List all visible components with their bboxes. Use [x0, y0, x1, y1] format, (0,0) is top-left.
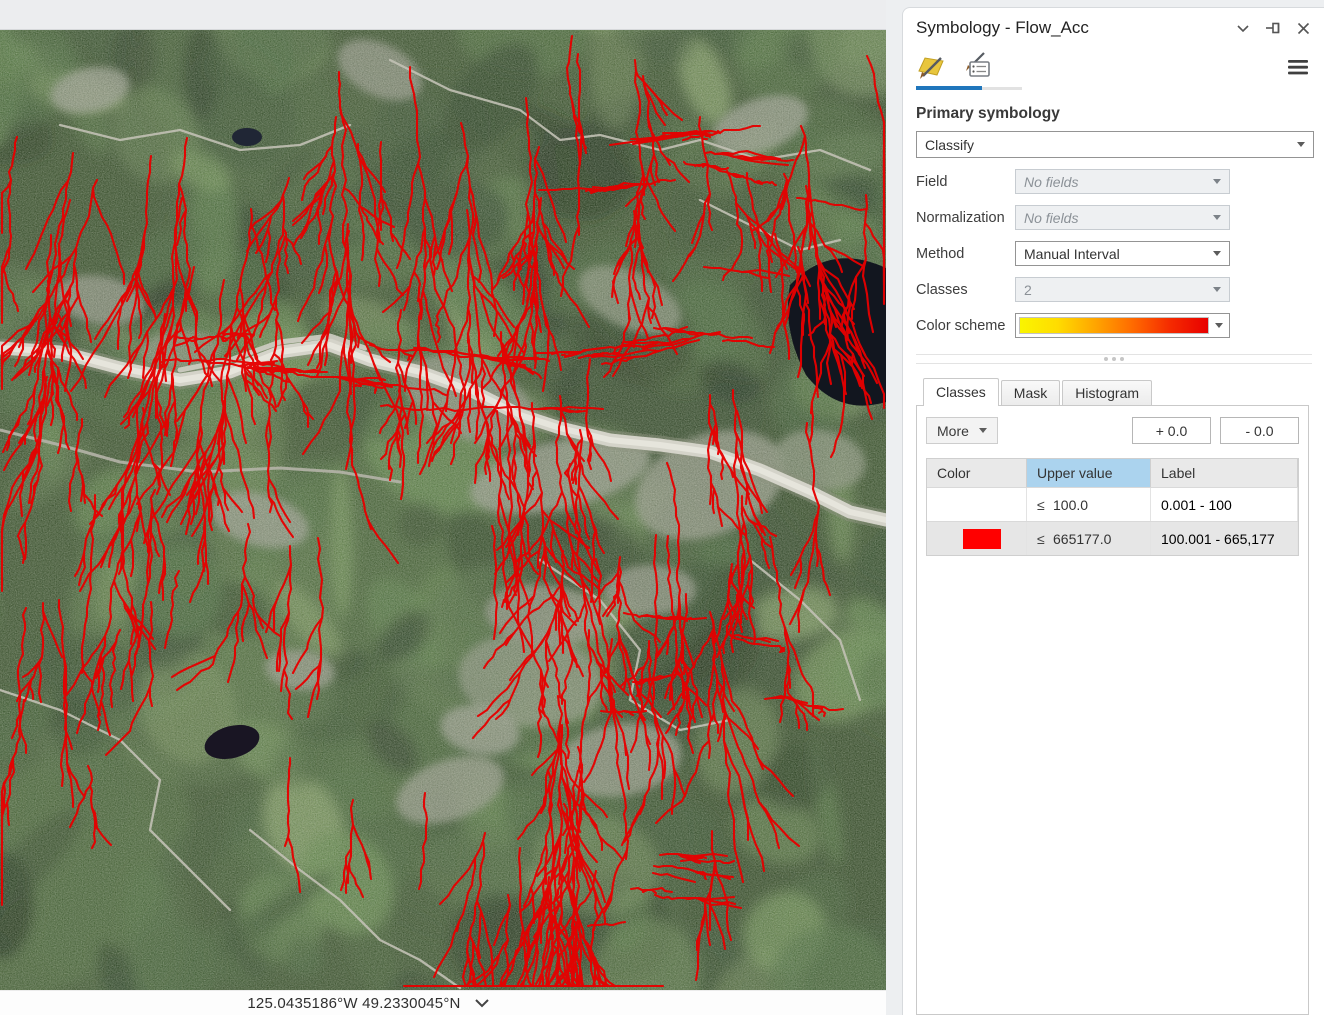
more-button[interactable]: More	[926, 417, 998, 444]
class-2-color-cell[interactable]	[927, 522, 1027, 555]
field-label: Field	[916, 174, 1015, 190]
class-1-color-swatch[interactable]	[963, 495, 1001, 515]
tab-histogram[interactable]: Histogram	[1062, 380, 1152, 405]
map-view: 125.0435186°W 49.2330045°N	[0, 0, 886, 1015]
panel-header: Symbology - Flow_Acc	[916, 18, 1314, 38]
increase-values-button[interactable]: + 0.0	[1132, 417, 1211, 444]
dropdown-arrow-icon	[1213, 179, 1221, 184]
dropdown-arrow-icon	[1215, 323, 1223, 328]
tab-mask[interactable]: Mask	[1001, 380, 1060, 405]
dropdown-arrow-icon	[1213, 287, 1221, 292]
hamburger-menu-icon[interactable]	[1288, 60, 1308, 80]
class-2-color-swatch[interactable]	[963, 529, 1001, 549]
primary-symbology-heading: Primary symbology	[916, 105, 1314, 123]
classes-table: Color Upper value Label ≤ 100.0 0.001 - …	[926, 458, 1299, 556]
class-row-1[interactable]: ≤ 100.0 0.001 - 100	[927, 487, 1298, 521]
panel-title: Symbology - Flow_Acc	[916, 18, 1236, 38]
primary-symbology-icon[interactable]	[916, 52, 960, 80]
column-header-upper-value[interactable]: Upper value	[1027, 459, 1151, 487]
dropdown-arrow-icon	[1213, 251, 1221, 256]
arcgis-window: 125.0435186°W 49.2330045°N Symbology - F…	[0, 0, 1324, 1015]
close-icon[interactable]	[1297, 22, 1310, 35]
classes-tab-content: More + 0.0 - 0.0 Color Upper value Label	[916, 405, 1309, 1015]
chevron-down-icon[interactable]	[1236, 23, 1250, 34]
satellite-map[interactable]	[0, 30, 886, 990]
method-label: Method	[916, 246, 1015, 262]
normalization-dropdown: No fields	[1015, 205, 1230, 230]
renderer-dropdown[interactable]: Classify	[916, 131, 1314, 158]
class-1-color-cell[interactable]	[927, 488, 1027, 521]
decrease-values-button[interactable]: - 0.0	[1220, 417, 1299, 444]
vary-symbology-icon[interactable]	[960, 52, 1004, 80]
renderer-value: Classify	[925, 137, 974, 153]
active-view-indicator	[916, 86, 1314, 90]
class-1-upper-value-cell[interactable]: ≤ 100.0	[1027, 488, 1151, 521]
column-header-color[interactable]: Color	[927, 459, 1027, 487]
color-ramp-swatch	[1019, 317, 1209, 334]
normalization-label: Normalization	[916, 210, 1015, 226]
color-scheme-label: Color scheme	[916, 318, 1015, 334]
class-1-label-cell[interactable]: 0.001 - 100	[1151, 488, 1298, 521]
color-scheme-dropdown[interactable]	[1015, 313, 1230, 338]
column-header-label[interactable]: Label	[1151, 459, 1298, 487]
map-status-bar: 125.0435186°W 49.2330045°N	[0, 990, 886, 1015]
field-dropdown: No fields	[1015, 169, 1230, 194]
dock-area: Symbology - Flow_Acc	[886, 0, 1324, 1015]
method-dropdown[interactable]: Manual Interval	[1015, 241, 1230, 266]
map-top-toolbar	[0, 0, 886, 30]
map-canvas[interactable]	[0, 30, 886, 990]
pin-icon[interactable]	[1265, 20, 1282, 36]
class-row-2[interactable]: ≤ 665177.0 100.001 - 665,177	[927, 521, 1298, 555]
symbology-panel: Symbology - Flow_Acc	[902, 7, 1324, 1015]
coordinates-chevron-icon[interactable]	[475, 999, 489, 1008]
class-2-label-cell[interactable]: 100.001 - 665,177	[1151, 522, 1298, 555]
tab-classes[interactable]: Classes	[923, 378, 999, 405]
class-2-upper-value-cell[interactable]: ≤ 665177.0	[1027, 522, 1151, 555]
dropdown-arrow-icon	[979, 428, 987, 433]
dropdown-arrow-icon	[1297, 142, 1305, 147]
table-header-row: Color Upper value Label	[927, 459, 1298, 487]
symbology-view-tabs	[916, 52, 1314, 80]
coordinates-readout: 125.0435186°W 49.2330045°N	[247, 995, 460, 1012]
panel-splitter[interactable]	[916, 354, 1312, 364]
dropdown-arrow-icon	[1213, 215, 1221, 220]
classes-dropdown: 2	[1015, 277, 1230, 302]
classification-tabs: Classes Mask Histogram	[916, 378, 1314, 405]
classes-toolbar: More + 0.0 - 0.0	[917, 406, 1308, 453]
classes-label: Classes	[916, 282, 1015, 298]
